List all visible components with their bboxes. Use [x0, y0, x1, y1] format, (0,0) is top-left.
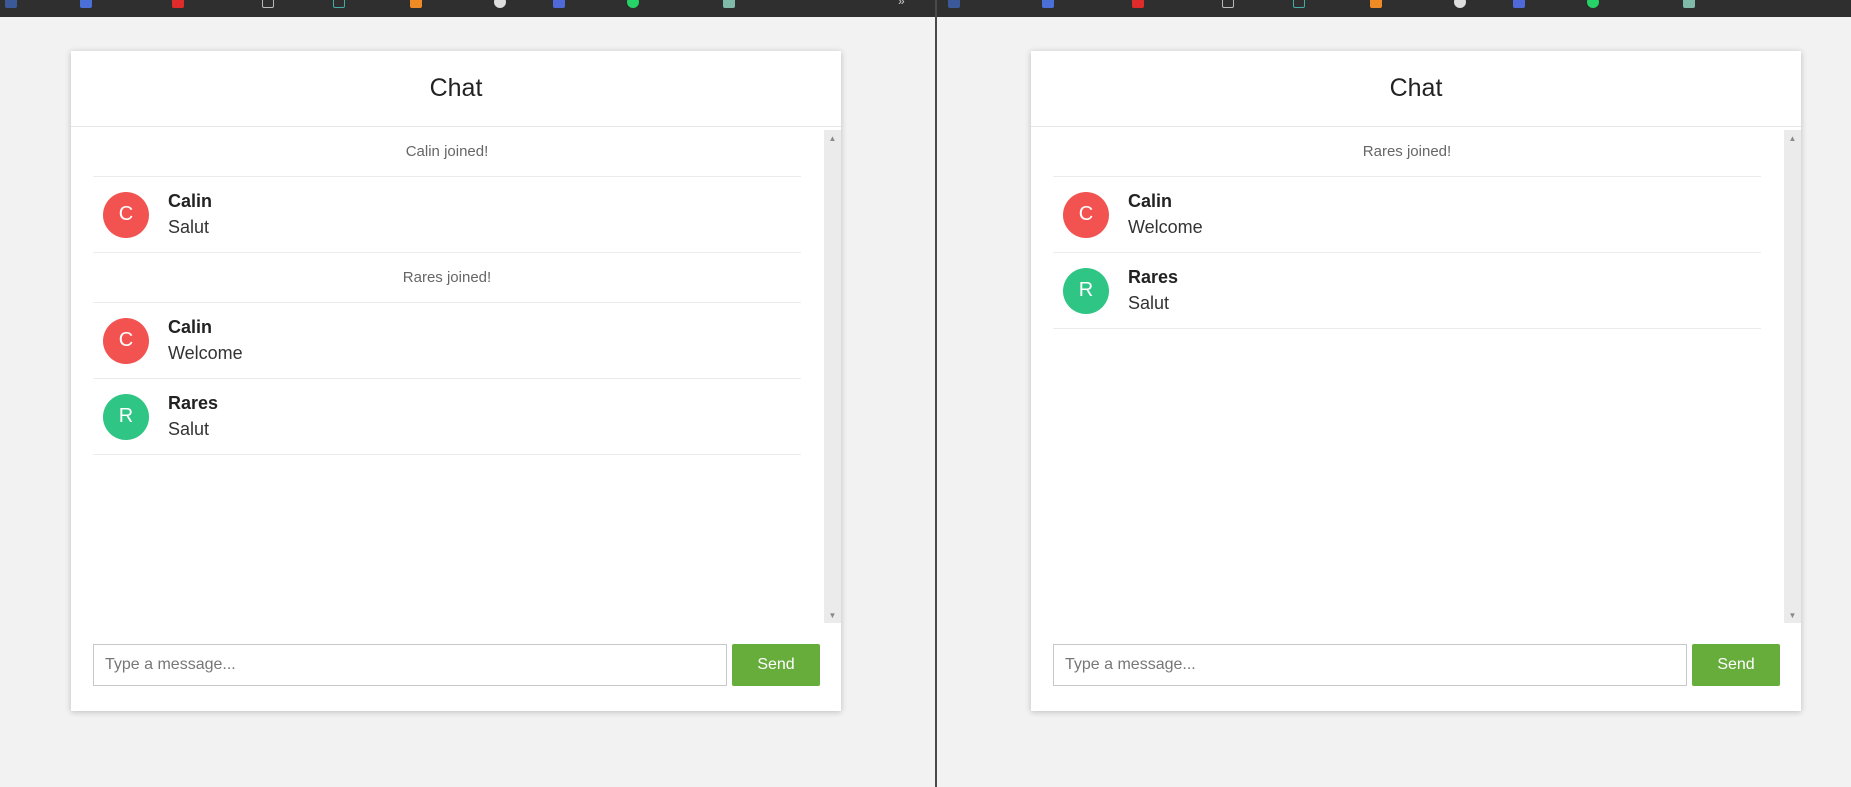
whatsapp-icon [627, 0, 639, 8]
bookmark-item[interactable] [1370, 0, 1382, 9]
messages-list: Rares joined! C Calin Welcome R Rares Sa… [1053, 127, 1761, 329]
bookmark-icon [553, 0, 565, 8]
messages-area[interactable]: Rares joined! C Calin Welcome R Rares Sa… [1031, 127, 1801, 673]
bookmark-item[interactable] [1454, 0, 1466, 9]
message-composer: Send [93, 644, 820, 686]
chat-card: Chat Calin joined! C Calin Salut Rares j… [71, 51, 841, 711]
avatar: C [103, 191, 149, 238]
chat-message: R Rares Salut [1053, 253, 1761, 329]
browser-window-left: » Chat Calin joined! C Calin Salut Rares… [0, 0, 935, 787]
send-button[interactable]: Send [1692, 644, 1780, 686]
whatsapp-icon [1587, 0, 1599, 8]
github-icon [494, 0, 506, 8]
scroll-up-icon[interactable]: ▲ [1784, 132, 1801, 144]
doc-icon [333, 0, 345, 8]
bookmark-item[interactable] [1293, 0, 1305, 9]
doc-icon [1293, 0, 1305, 8]
bookmark-item[interactable] [80, 0, 92, 9]
chat-message: C Calin Salut [93, 177, 801, 253]
bookmark-item[interactable] [553, 0, 565, 9]
mail-icon [1222, 0, 1234, 8]
bookmark-item[interactable] [1222, 0, 1234, 9]
bookmark-item[interactable] [410, 0, 422, 9]
facebook-icon [5, 0, 17, 8]
bookmark-item[interactable] [1513, 0, 1525, 9]
bookmark-item[interactable] [1042, 0, 1054, 9]
system-message: Rares joined! [93, 253, 801, 303]
message-body: Calin Welcome [1128, 191, 1203, 238]
chevron-icon[interactable]: » [898, 0, 905, 8]
bookmark-item[interactable] [5, 0, 17, 9]
messages-scrollbar[interactable]: ▲ ▼ [824, 130, 841, 623]
message-composer: Send [1053, 644, 1780, 686]
chart-icon [410, 0, 422, 8]
chat-title: Chat [71, 51, 841, 127]
scroll-up-icon[interactable]: ▲ [824, 132, 841, 144]
browser-window-right: Chat Rares joined! C Calin Welcome R Rar… [937, 0, 1851, 787]
split-screen: » Chat Calin joined! C Calin Salut Rares… [0, 0, 1851, 787]
messages-scrollbar[interactable]: ▲ ▼ [1784, 130, 1801, 623]
bookmark-icon [1513, 0, 1525, 8]
youtube-icon [172, 0, 184, 8]
avatar: R [1063, 267, 1109, 314]
avatar: C [1063, 191, 1109, 238]
sender-name: Calin [168, 191, 213, 211]
bookmark-item[interactable] [494, 0, 506, 9]
facebook-icon [948, 0, 960, 8]
sender-name: Calin [168, 317, 213, 337]
scroll-down-icon[interactable]: ▼ [824, 609, 841, 621]
message-input[interactable] [93, 644, 727, 686]
message-text: Salut [168, 217, 210, 237]
sender-name: Calin [1128, 191, 1173, 211]
chart-icon [1370, 0, 1382, 8]
message-body: Calin Salut [168, 191, 212, 238]
scroll-down-icon[interactable]: ▼ [1784, 609, 1801, 621]
github-icon [1454, 0, 1466, 8]
mail-icon [262, 0, 274, 8]
messages-area[interactable]: Calin joined! C Calin Salut Rares joined… [71, 127, 841, 673]
bookmark-item[interactable] [1587, 0, 1599, 9]
message-body: Calin Welcome [168, 317, 243, 364]
chat-message: R Rares Salut [93, 379, 801, 455]
chat-message: C Calin Welcome [1053, 177, 1761, 253]
youtube-icon [1132, 0, 1144, 8]
message-body: Rares Salut [1128, 267, 1178, 314]
sender-name: Rares [168, 393, 219, 413]
message-text: Welcome [1128, 217, 1203, 237]
system-message: Rares joined! [1053, 127, 1761, 177]
system-message: Calin joined! [93, 127, 801, 177]
avatar: R [103, 393, 149, 440]
bookmark-item[interactable] [1132, 0, 1144, 9]
bookmark-item[interactable] [948, 0, 960, 9]
message-text: Welcome [168, 343, 243, 363]
bookmark-icon [80, 0, 92, 8]
bookmark-item[interactable] [627, 0, 639, 9]
chatgpt-icon [1683, 0, 1695, 8]
chatgpt-icon [723, 0, 735, 8]
bookmark-item[interactable] [172, 0, 184, 9]
chat-title: Chat [1031, 51, 1801, 127]
message-text: Salut [168, 419, 210, 439]
sender-name: Rares [1128, 267, 1179, 287]
message-text: Salut [1128, 293, 1170, 313]
chat-message: C Calin Welcome [93, 303, 801, 379]
message-input[interactable] [1053, 644, 1687, 686]
avatar: C [103, 317, 149, 364]
bookmarks-bar [937, 0, 1851, 17]
message-body: Rares Salut [168, 393, 218, 440]
bookmark-item[interactable] [1683, 0, 1695, 9]
bookmark-item[interactable] [333, 0, 345, 9]
messages-list: Calin joined! C Calin Salut Rares joined… [93, 127, 801, 455]
bookmarks-bar: » [0, 0, 935, 17]
bookmark-item[interactable] [723, 0, 735, 9]
bookmark-item[interactable] [262, 0, 274, 9]
chat-card: Chat Rares joined! C Calin Welcome R Rar… [1031, 51, 1801, 711]
send-button[interactable]: Send [732, 644, 820, 686]
bookmark-icon [1042, 0, 1054, 8]
